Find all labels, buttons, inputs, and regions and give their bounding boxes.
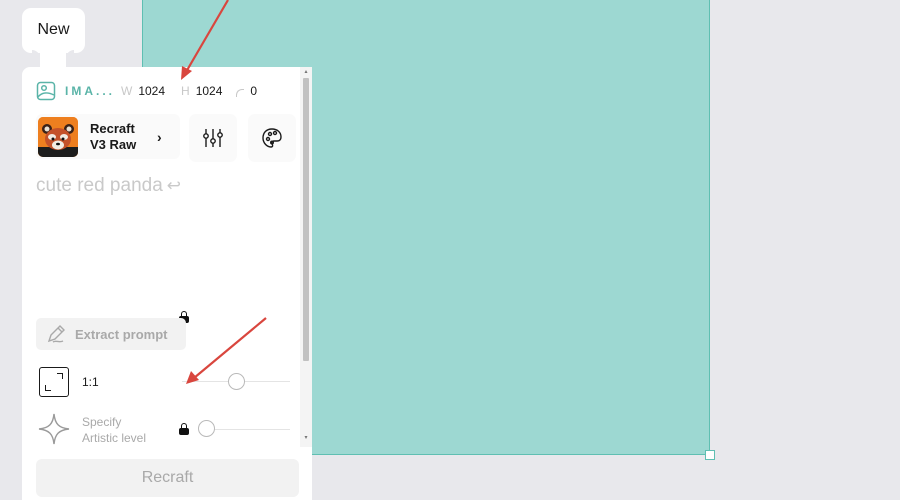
scroll-down-icon[interactable]: ▾ [303,435,309,441]
seed-icon [236,89,245,97]
enter-icon: ↩ [166,176,182,195]
scrollbar[interactable]: ▴ ▾ [300,67,312,447]
height-input[interactable]: 1024 [196,84,223,98]
generation-panel: IMA... W 1024 H 1024 0 Recraft V3 Raw › … [22,67,312,500]
sliders-icon [203,129,223,147]
model-name: Recraft V3 Raw [90,121,145,153]
recraft-button[interactable]: Recraft [36,459,299,497]
model-selector[interactable]: Recraft V3 Raw › [36,114,180,159]
width-label: W [121,84,133,98]
artistic-label-line2: Artistic level [82,431,147,445]
new-tab[interactable]: New [22,8,85,53]
model-name-line1: Recraft [90,120,135,136]
pen-icon [47,325,65,343]
red-panda-image [38,116,78,157]
extract-prompt-label: Extract prompt [75,326,168,342]
recraft-button-label: Recraft [141,469,194,486]
artistic-level-slider-thumb[interactable] [198,420,215,437]
palette-icon [262,128,282,148]
height-label: H [181,84,190,98]
extract-prompt-button[interactable]: Extract prompt [36,318,186,350]
prompt-text: cute red panda [36,175,163,196]
image-type-label[interactable]: IMA... [65,84,115,98]
aspect-ratio-slider-thumb[interactable] [227,373,245,390]
scrollbar-thumb[interactable] [303,78,309,361]
image-icon [36,81,56,101]
artistic-level-label: Specify Artistic level [82,414,146,446]
style-button[interactable] [248,114,296,162]
seed-input[interactable]: 0 [250,84,257,98]
new-tab-label: New [37,20,70,38]
chevron-right-icon: › [157,128,162,145]
scroll-up-icon[interactable]: ▴ [303,69,309,75]
image-settings-row: IMA... W 1024 H 1024 0 [36,81,257,101]
model-name-line2: V3 Raw [90,136,137,152]
sparkle-icon [38,413,70,445]
settings-button[interactable] [189,114,237,162]
artistic-label-line1: Specify [82,415,122,429]
resize-handle[interactable] [705,450,715,460]
width-input[interactable]: 1024 [138,84,165,98]
lock-icon [179,423,189,435]
prompt-input[interactable]: cute red panda ↩ [36,175,181,197]
aspect-ratio-label: 1:1 [82,375,99,389]
model-thumbnail [38,116,78,157]
aspect-ratio-icon[interactable] [39,367,69,397]
